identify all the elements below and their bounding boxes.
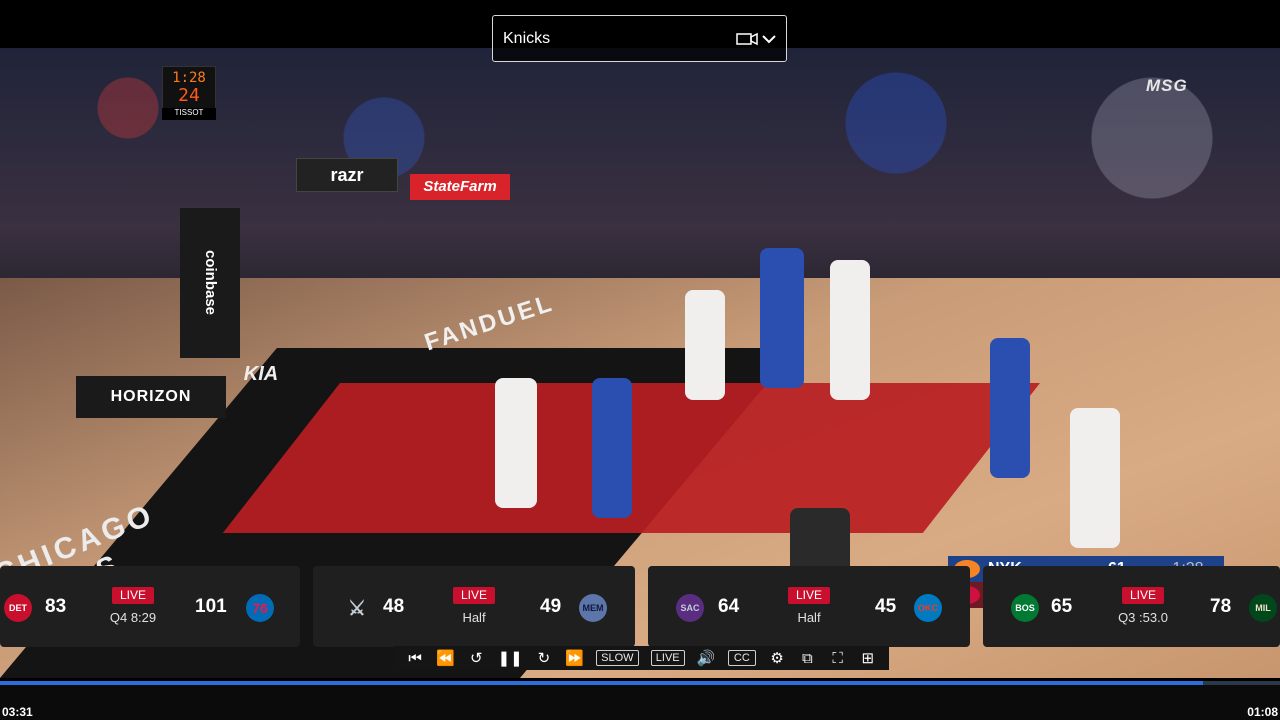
- live-badge: LIVE: [1122, 587, 1164, 604]
- replay-icon[interactable]: ↺: [467, 647, 485, 669]
- bucks-logo-icon: MIL: [1249, 594, 1277, 622]
- game-card[interactable]: SAC 64 LIVE Half 45 OKC: [648, 566, 970, 647]
- home-score: 45: [875, 596, 897, 617]
- away-score: 64: [718, 596, 740, 617]
- skip-to-start-icon[interactable]: ⏮: [406, 647, 424, 669]
- popout-icon[interactable]: ⧉: [798, 647, 816, 669]
- player-bulls: [1070, 408, 1120, 548]
- live-badge: LIVE: [788, 587, 830, 604]
- add-icon[interactable]: ⊞: [859, 647, 877, 669]
- bottom-bar: [0, 685, 1280, 720]
- home-score: 101: [195, 596, 227, 617]
- msg-network-logo: MSG: [1146, 76, 1188, 95]
- closed-captions-button[interactable]: CC: [727, 650, 756, 666]
- player-knicks: [990, 338, 1030, 478]
- remaining-time: 01:08: [1247, 705, 1278, 719]
- player-spurs: [685, 290, 725, 400]
- player-knicks: [592, 378, 632, 518]
- game-card[interactable]: ⚔ 48 LIVE Half 49 MEM: [313, 566, 635, 647]
- settings-icon[interactable]: ⚙: [768, 647, 786, 669]
- live-badge: LIVE: [112, 587, 154, 604]
- statefarm-ad: StateFarm: [410, 174, 510, 200]
- game-card[interactable]: DET 83 LIVE Q4 8:29 101 76: [0, 566, 300, 647]
- game-clock-text: 1:28: [172, 70, 206, 86]
- game-status: Q4 8:29: [109, 610, 157, 625]
- horizon-ad: HORIZON: [76, 376, 226, 418]
- video-camera-icon: [736, 32, 758, 45]
- pistons-logo-icon: DET: [4, 594, 32, 622]
- coinbase-ad: coinbase: [180, 208, 240, 358]
- spurs-logo-icon: ⚔: [348, 597, 366, 620]
- celtics-logo-icon: BOS: [1011, 594, 1039, 622]
- fullscreen-icon[interactable]: ⛶: [829, 647, 847, 669]
- game-status: Half: [462, 610, 486, 625]
- game-status: Half: [797, 610, 821, 625]
- fast-forward-icon[interactable]: ⏩: [565, 647, 584, 669]
- live-badge: LIVE: [453, 587, 495, 604]
- grizzlies-logo-icon: MEM: [579, 594, 607, 622]
- scores-ticker: DET 83 LIVE Q4 8:29 101 76 ⚔ 48 LIVE Hal…: [0, 566, 1280, 648]
- channel-selector-icons: [736, 32, 776, 46]
- game-card[interactable]: BOS 65 LIVE Q3 :53.0 78 MIL: [983, 566, 1280, 647]
- volume-icon[interactable]: 🔊: [697, 647, 716, 669]
- razr-ad: razr: [296, 158, 398, 192]
- channel-selector[interactable]: Knicks: [492, 15, 787, 62]
- tissot-logo: TISSOT: [162, 108, 216, 120]
- player-bulls: [830, 260, 870, 400]
- away-score: 83: [45, 596, 67, 617]
- chevron-down-icon: [762, 34, 776, 43]
- 76ers-logo-icon: 76: [246, 594, 274, 622]
- away-score: 48: [383, 596, 405, 617]
- pause-icon[interactable]: ❚❚: [498, 647, 523, 669]
- player-knicks: [760, 248, 804, 388]
- thunder-logo-icon: OKC: [914, 594, 942, 622]
- channel-selector-label: Knicks: [503, 29, 551, 47]
- player-bulls: [495, 378, 537, 508]
- home-score: 49: [540, 596, 562, 617]
- away-score: 65: [1051, 596, 1073, 617]
- kings-logo-icon: SAC: [676, 594, 704, 622]
- slow-motion-button[interactable]: SLOW: [596, 650, 639, 666]
- forward-icon[interactable]: ↻: [535, 647, 553, 669]
- shot-clock-text: 24: [178, 85, 200, 106]
- elapsed-time: 03:31: [2, 705, 33, 719]
- kia-ad: KIA: [243, 363, 279, 385]
- player-controls: ⏮ ⏪ ↺ ❚❚ ↻ ⏩ SLOW LIVE 🔊 CC ⚙ ⧉ ⛶ ⊞: [394, 646, 889, 670]
- home-score: 78: [1210, 596, 1232, 617]
- game-status: Q3 :53.0: [1118, 610, 1168, 625]
- rewind-icon[interactable]: ⏪: [436, 647, 455, 669]
- go-live-button[interactable]: LIVE: [650, 650, 685, 666]
